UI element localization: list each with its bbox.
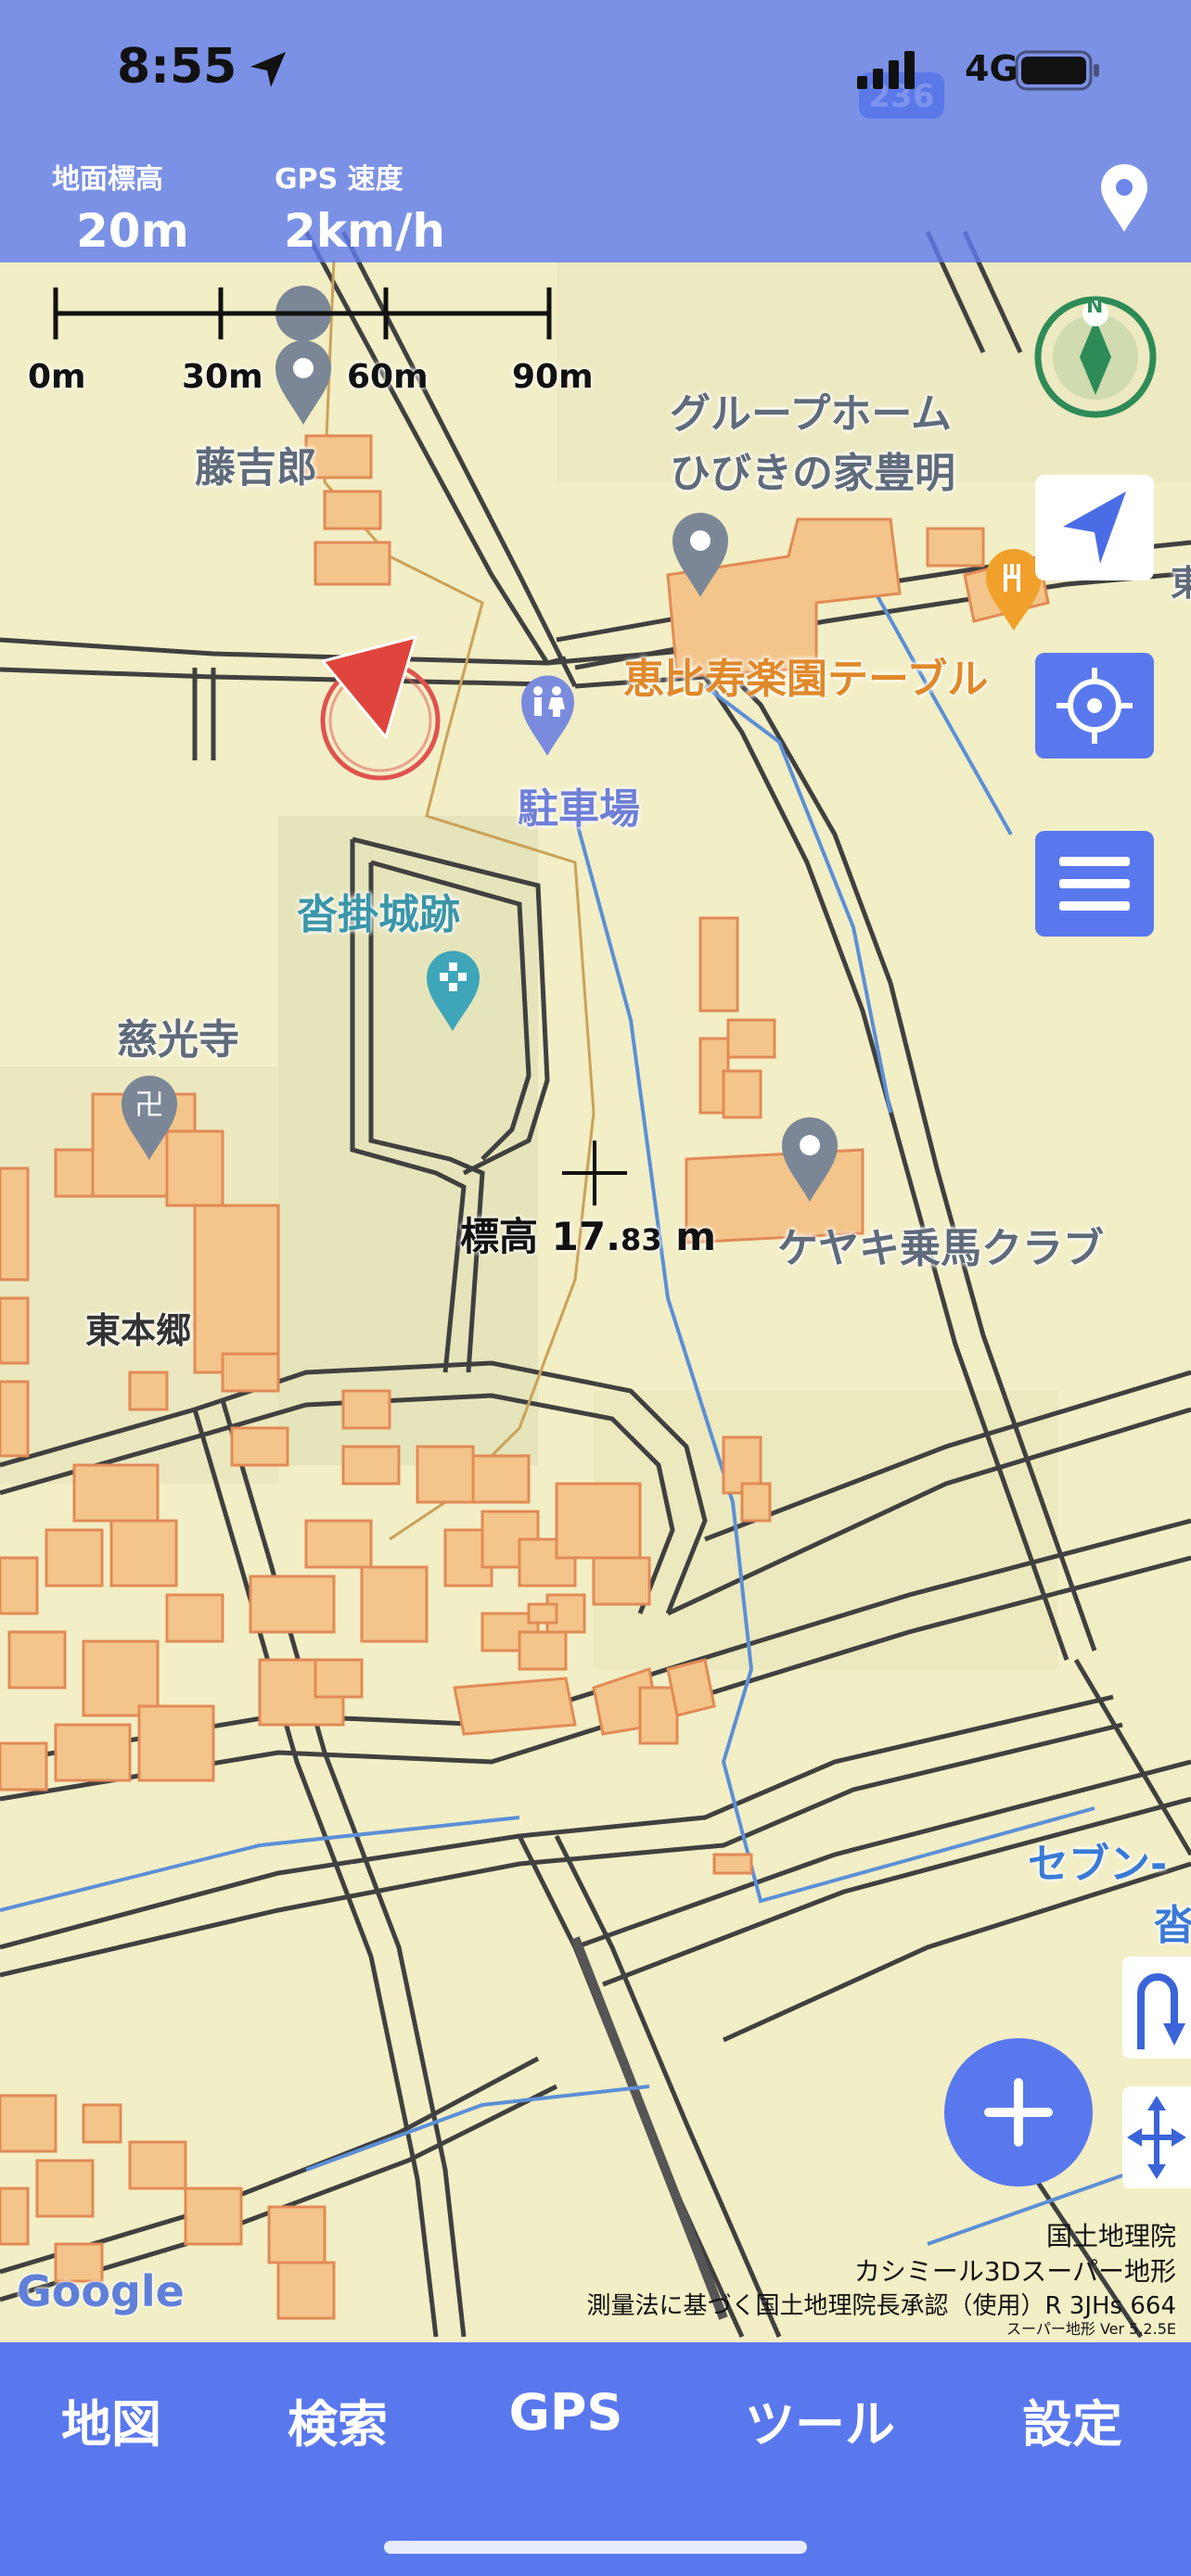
add-button[interactable] [944, 2038, 1093, 2187]
elevation-int: 17. [551, 1214, 621, 1259]
scale-tick-60: 60m [347, 358, 429, 396]
map-label-ebisu: 恵比寿楽園テーブル [623, 656, 989, 703]
tab-map[interactable]: 地図 [28, 2383, 195, 2456]
scale-bar [52, 286, 553, 341]
ground-elevation-value: 20m [76, 204, 189, 258]
u-turn-icon [1137, 1973, 1185, 2049]
map-view[interactable]: 236 [0, 0, 1191, 2576]
status-time: 8:55 [117, 39, 237, 95]
map-label-higashi-hongo: 東本郷 [85, 1310, 192, 1351]
navigation-arrow-icon [1063, 491, 1126, 564]
u-turn-button[interactable] [1122, 1957, 1191, 2059]
map-label-jikoji: 慈光寺 [117, 1016, 239, 1064]
attribution-line2: カシミール3Dスーパー地形 [853, 2256, 1176, 2287]
crosshair-target-icon [1057, 668, 1133, 744]
network-type: 4G [965, 48, 1018, 89]
hamburger-menu-icon [1059, 857, 1130, 911]
battery-icon [1015, 50, 1102, 91]
plus-icon [984, 2078, 1053, 2147]
map-label-parking: 駐車場 [518, 785, 640, 833]
elevation-unit: m [675, 1214, 716, 1259]
map-label-seven-2: 沓 [1154, 1902, 1191, 1949]
current-location-marker-icon [315, 634, 445, 784]
menu-button[interactable] [1035, 831, 1154, 937]
map-label-fujikichiro: 藤吉郎 [195, 444, 317, 491]
poi-pin-icon[interactable] [777, 1113, 842, 1205]
historic-site-pin-icon[interactable] [423, 948, 483, 1033]
move-arrows-icon [1127, 2096, 1186, 2179]
move-button[interactable] [1122, 2086, 1191, 2188]
map-label-seven: セブン- [1028, 1841, 1168, 1888]
attribution-line4: スーパー地形 Ver 5.2.5E [1006, 2320, 1176, 2338]
scale-tick-0: 0m [28, 358, 86, 396]
scale-tick-30: 30m [182, 358, 263, 396]
map-label-edge: 東 [1171, 563, 1191, 604]
map-label-group-home-2: ひびきの家豊明 [670, 450, 955, 497]
map-label-castle-ruins: 沓掛城跡 [297, 891, 460, 938]
map-label-group-home: グループホーム [670, 390, 953, 438]
tab-search[interactable]: 検索 [254, 2383, 421, 2456]
gps-speed-label: GPS 速度 [275, 163, 403, 196]
tab-gps[interactable]: GPS [482, 2383, 649, 2442]
temple-pin-icon[interactable]: 卍 [117, 1071, 182, 1164]
cellular-signal-icon [855, 48, 922, 91]
tab-settings[interactable]: 設定 [989, 2383, 1156, 2456]
crosshair-elevation: 標高 17.83 m [460, 1205, 716, 1262]
svg-text:卍: 卍 [134, 1087, 164, 1122]
gps-speed-value: 2km/h [284, 204, 445, 258]
locate-me-button[interactable] [1035, 653, 1154, 759]
ground-elevation-label: 地面標高 [52, 163, 163, 196]
elevation-dec: 83 [621, 1222, 662, 1257]
navigation-button[interactable] [1035, 475, 1154, 580]
map-label-keyaki: ケヤキ乗馬クラブ [777, 1225, 1104, 1272]
location-arrow-icon [247, 48, 289, 91]
crosshair-icon [562, 1141, 627, 1205]
poi-pin-icon[interactable] [271, 336, 336, 428]
attribution-line1: 国土地理院 [1045, 2221, 1176, 2251]
google-logo: Google [17, 2266, 185, 2316]
map-pin-icon[interactable] [1098, 163, 1150, 234]
toilet-pin-icon[interactable] [518, 672, 578, 758]
home-indicator [384, 2541, 807, 2554]
poi-pin-icon[interactable] [668, 508, 733, 601]
tab-tools[interactable]: ツール [709, 2383, 931, 2456]
elevation-prefix: 標高 [460, 1214, 539, 1259]
scale-tick-90: 90m [512, 358, 594, 396]
compass-n-label: N [1086, 295, 1104, 318]
